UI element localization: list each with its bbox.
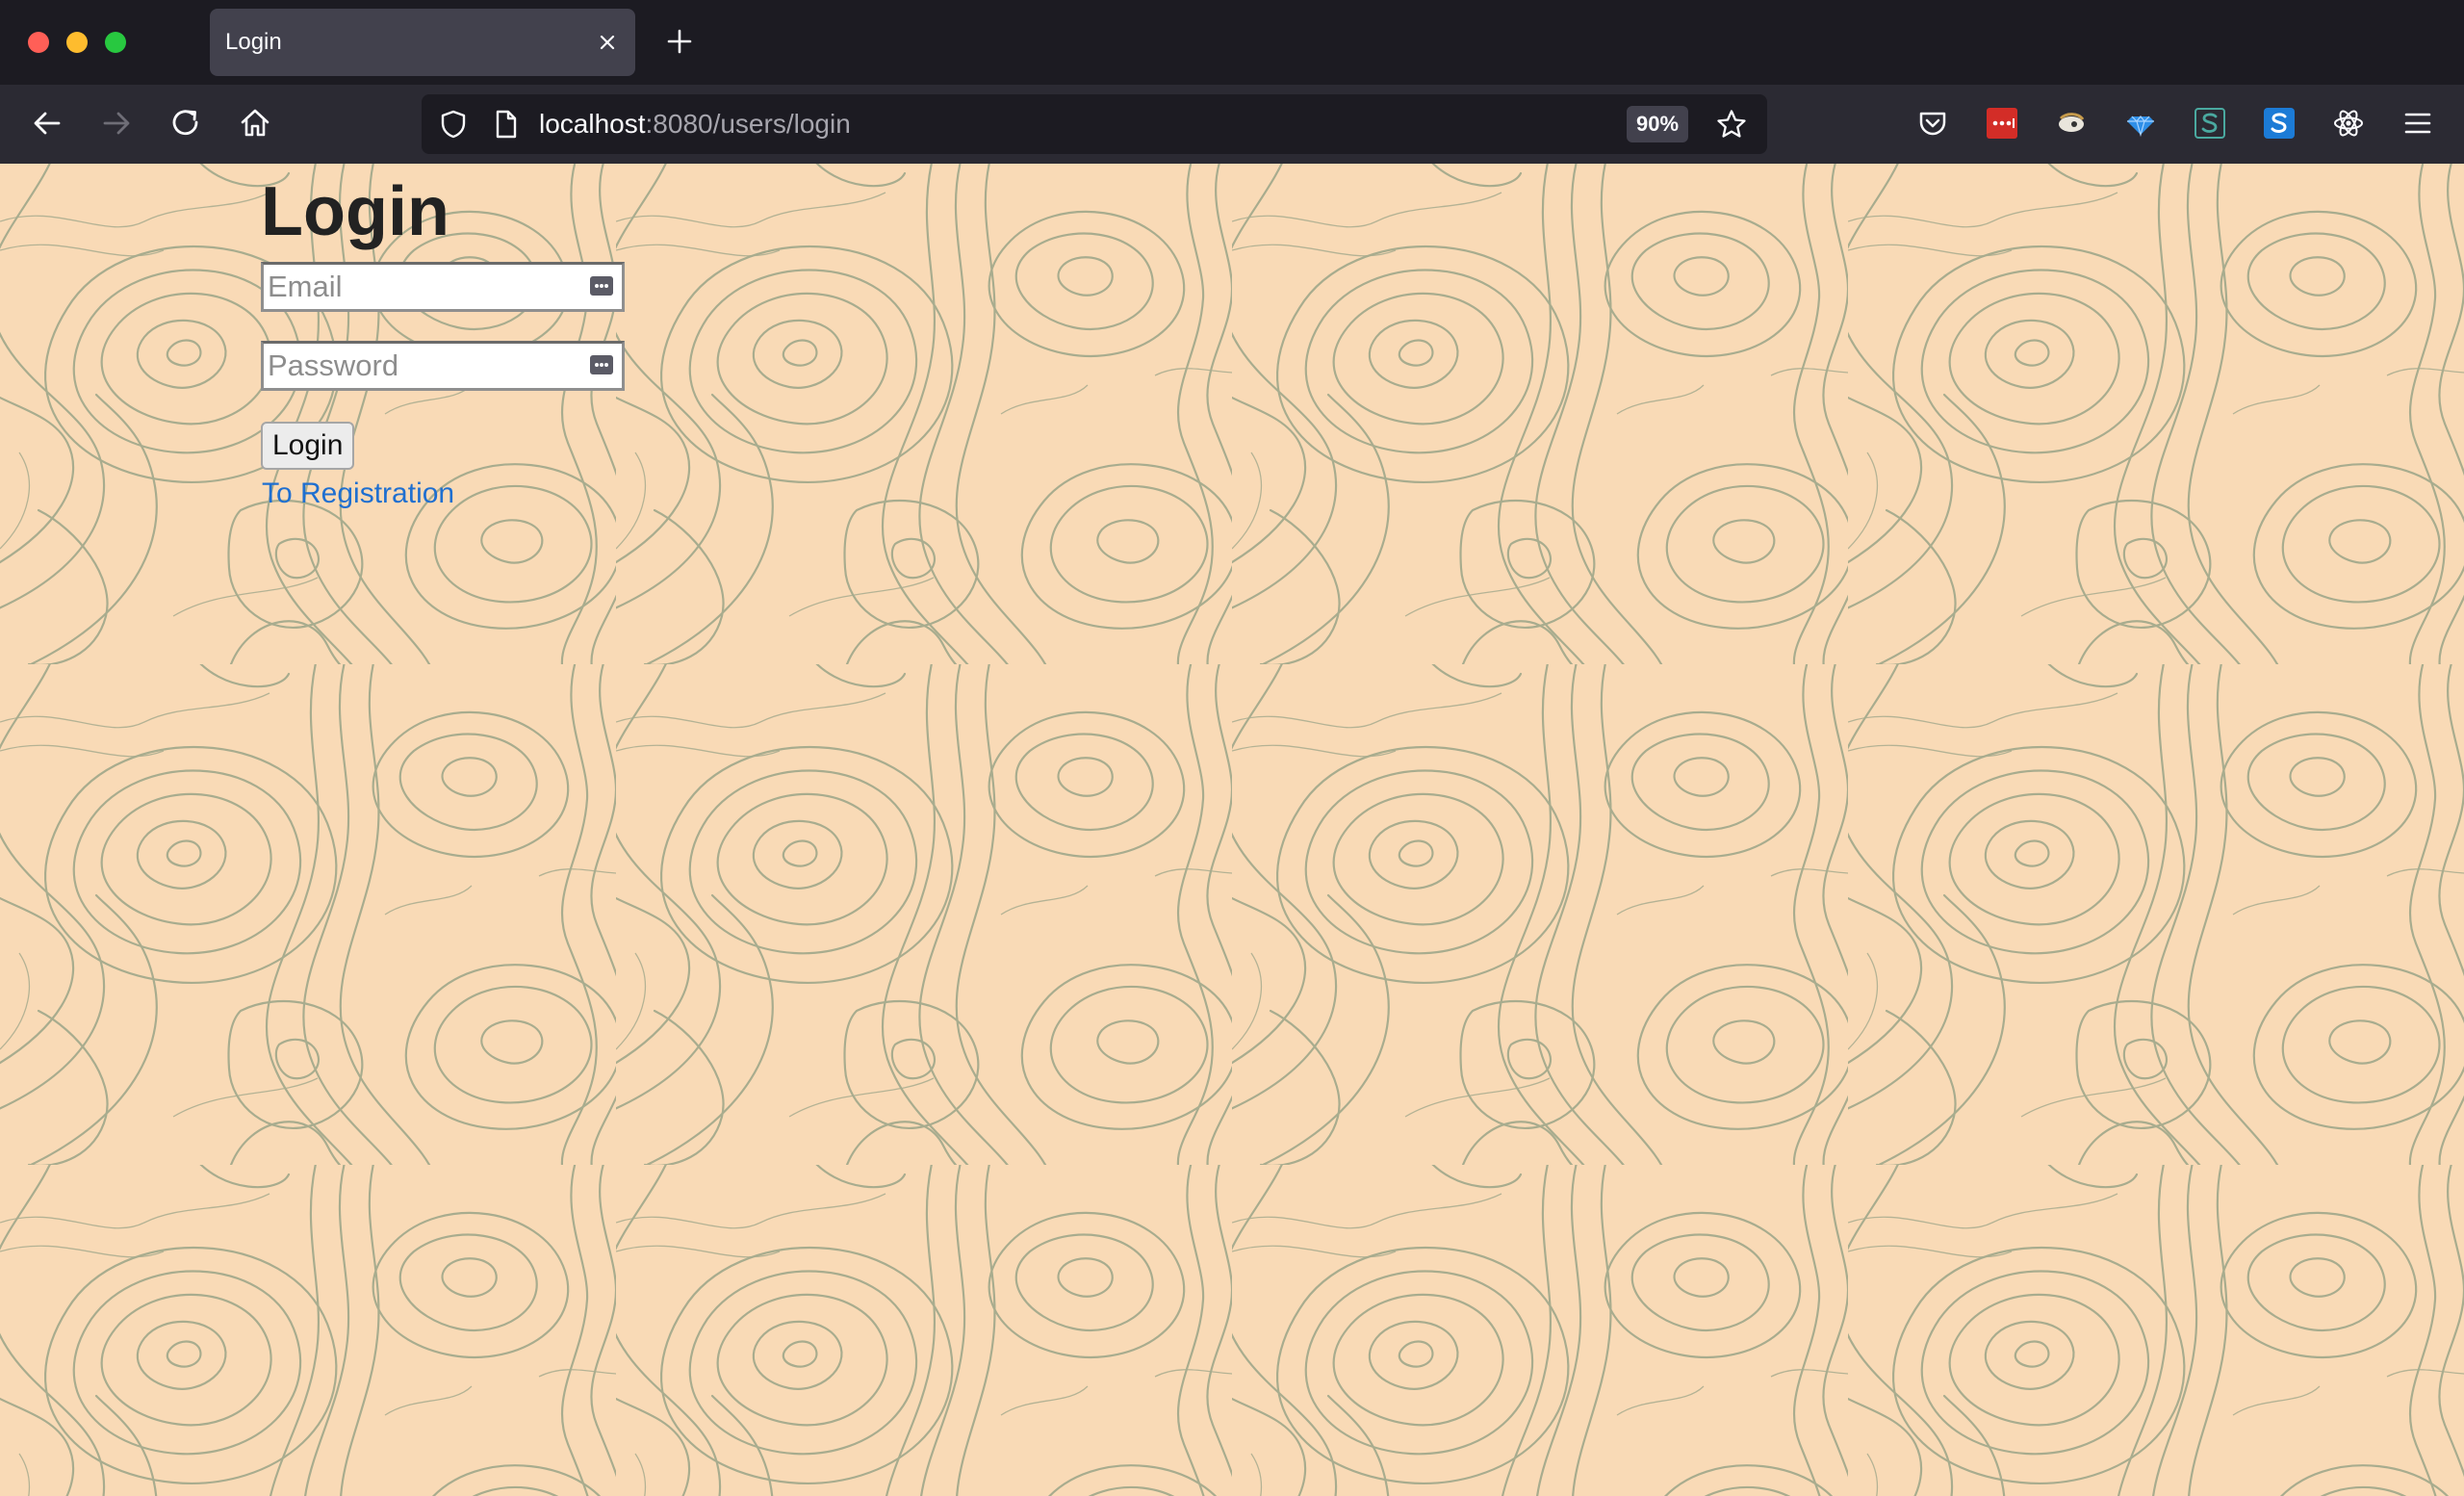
tab-login[interactable]: Login <box>210 9 635 76</box>
tab-title: Login <box>225 29 282 55</box>
extension-gem-icon[interactable] <box>2122 105 2159 142</box>
url-host: localhost <box>539 109 646 139</box>
registration-link[interactable]: To Registration <box>262 477 454 510</box>
page-info-icon[interactable] <box>489 108 522 141</box>
password-field[interactable] <box>261 341 625 391</box>
back-icon[interactable] <box>28 104 66 142</box>
url-text[interactable]: localhost:8080/users/login <box>539 110 851 139</box>
close-window-button[interactable] <box>28 32 49 53</box>
password-manager-icon[interactable] <box>589 274 614 297</box>
tab-strip: Login <box>0 0 2464 85</box>
page-content: Login Login To Registration <box>0 164 2464 1496</box>
address-bar[interactable]: localhost:8080/users/login 90% <box>422 94 1767 154</box>
url-path: :8080/users/login <box>645 109 851 139</box>
tracking-shield-icon[interactable] <box>437 108 470 141</box>
email-field[interactable] <box>261 262 625 312</box>
new-tab-icon[interactable] <box>662 24 697 59</box>
zoom-level-badge[interactable]: 90% <box>1627 106 1689 142</box>
react-devtools-icon[interactable] <box>2330 105 2367 142</box>
nav-toolbar: localhost:8080/users/login 90% <box>0 85 2464 166</box>
pocket-icon[interactable] <box>1914 105 1951 142</box>
tab-close-icon[interactable] <box>593 28 622 57</box>
bookmark-star-icon[interactable] <box>1715 108 1748 141</box>
minimize-window-button[interactable] <box>66 32 88 53</box>
password-input[interactable] <box>268 344 566 388</box>
email-input[interactable] <box>268 265 566 309</box>
page-title: Login <box>261 173 449 250</box>
extension-s-blue-icon[interactable] <box>2261 105 2297 142</box>
extension-s-outline-icon[interactable] <box>2192 105 2228 142</box>
home-icon[interactable] <box>236 104 274 142</box>
login-button[interactable]: Login <box>261 422 355 470</box>
lastpass-icon[interactable] <box>1984 105 2020 142</box>
password-manager-icon[interactable] <box>589 353 614 376</box>
forward-icon[interactable] <box>97 104 136 142</box>
browser-window: Login localhost:8080/users/login 90% Log… <box>0 0 2464 1496</box>
reload-icon[interactable] <box>167 104 205 142</box>
zoom-window-button[interactable] <box>105 32 126 53</box>
menu-icon[interactable] <box>2400 105 2436 142</box>
extension-bird-icon[interactable] <box>2053 105 2090 142</box>
